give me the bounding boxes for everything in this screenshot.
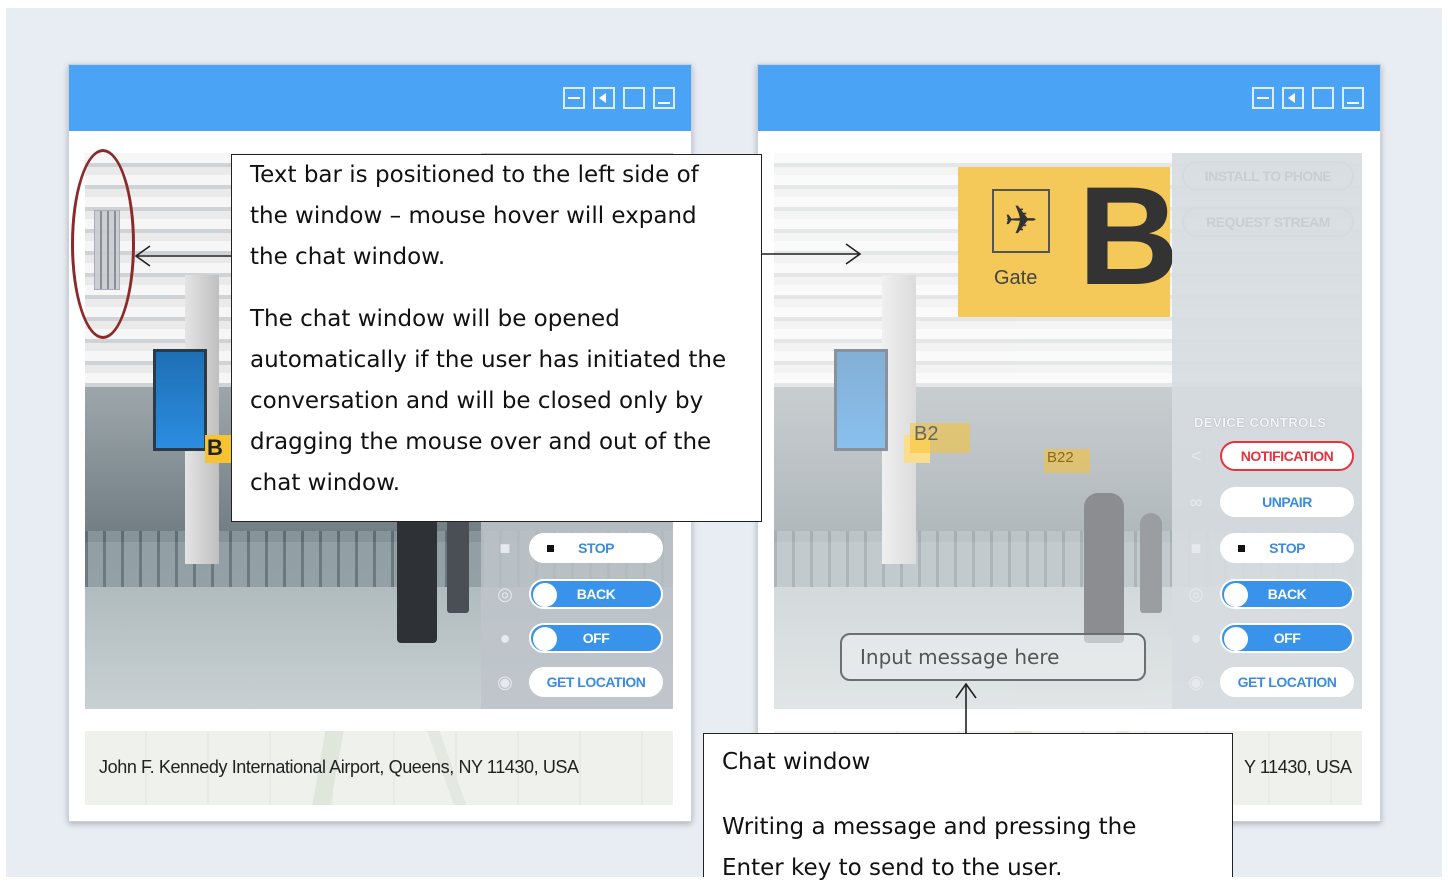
callout-text-bar-paragraph-1: Text bar is positioned to the left side … xyxy=(250,162,699,270)
callout-chat-window-title: Chat window xyxy=(722,749,871,775)
callout-chat-window: Chat window Writing a message and pressi… xyxy=(703,733,1233,881)
callout-text-bar: Text bar is positioned to the left side … xyxy=(231,154,762,522)
callout-text-bar-paragraph-2: The chat window will be opened automatic… xyxy=(250,306,727,496)
